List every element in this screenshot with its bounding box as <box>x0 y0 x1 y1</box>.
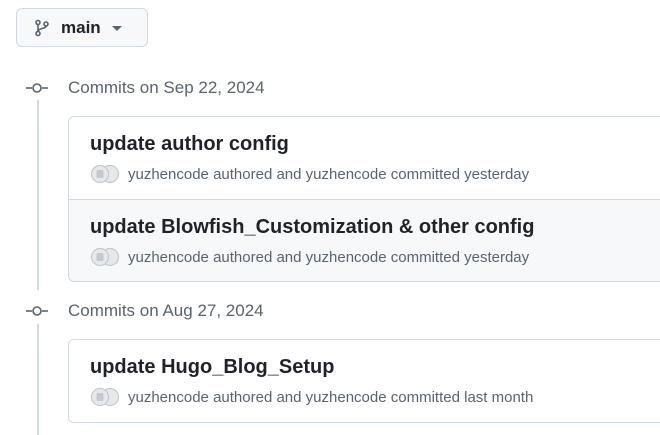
commit-group-header: Commits on Aug 27, 2024 <box>26 299 264 323</box>
avatar-stack-icon[interactable] <box>90 387 120 407</box>
committed-text: committed <box>390 165 460 183</box>
branch-selector-button[interactable]: main <box>16 8 148 47</box>
commit-group-date: Commits on Aug 27, 2024 <box>68 301 264 320</box>
author-link[interactable]: yuzhencode <box>128 389 209 406</box>
commit-meta: yuzhencode authored and yuzhencode commi… <box>90 247 660 267</box>
commit-group-header: Commits on Sep 22, 2024 <box>26 76 265 100</box>
commit-time: last month <box>464 388 534 406</box>
author-link[interactable]: yuzhencode <box>128 249 209 266</box>
authored-text: authored and <box>213 165 302 183</box>
committed-text: committed <box>390 248 460 266</box>
commit-time: yesterday <box>464 165 530 183</box>
git-commit-icon <box>26 83 48 93</box>
triangle-down-icon <box>111 26 122 31</box>
timeline-line <box>37 100 39 290</box>
committer-link[interactable]: yuzhencode <box>306 249 387 266</box>
commit-list: update author config yuzhencode authored… <box>68 116 660 282</box>
branch-name: main <box>61 17 101 37</box>
commit-row[interactable]: update Hugo_Blog_Setup yuzhencode author… <box>69 340 660 422</box>
commit-meta: yuzhencode authored and yuzhencode commi… <box>90 387 660 407</box>
git-commit-icon <box>26 306 48 316</box>
committer-link[interactable]: yuzhencode <box>306 166 387 183</box>
commit-message-link[interactable]: update Blowfish_Customization & other co… <box>90 214 660 240</box>
authored-text: authored and <box>213 388 302 406</box>
committed-text: committed <box>390 388 460 406</box>
author-link[interactable]: yuzhencode <box>128 166 209 183</box>
timeline-line <box>37 324 39 435</box>
avatar-stack-icon[interactable] <box>90 247 120 267</box>
commit-time: yesterday <box>464 248 530 266</box>
commit-history-page: main Commits on Sep 22, 2024 update auth… <box>0 0 660 435</box>
commit-group-date: Commits on Sep 22, 2024 <box>68 78 265 97</box>
authored-text: authored and <box>213 248 302 266</box>
commit-row[interactable]: update Blowfish_Customization & other co… <box>69 199 660 281</box>
git-branch-icon <box>35 19 49 36</box>
avatar-stack-icon[interactable] <box>90 164 120 184</box>
commit-row[interactable]: update author config yuzhencode authored… <box>69 117 660 199</box>
commit-meta: yuzhencode authored and yuzhencode commi… <box>90 164 660 184</box>
committer-link[interactable]: yuzhencode <box>306 389 387 406</box>
commit-list: update Hugo_Blog_Setup yuzhencode author… <box>68 339 660 423</box>
commit-message-link[interactable]: update author config <box>90 131 660 157</box>
commit-message-link[interactable]: update Hugo_Blog_Setup <box>90 354 660 380</box>
